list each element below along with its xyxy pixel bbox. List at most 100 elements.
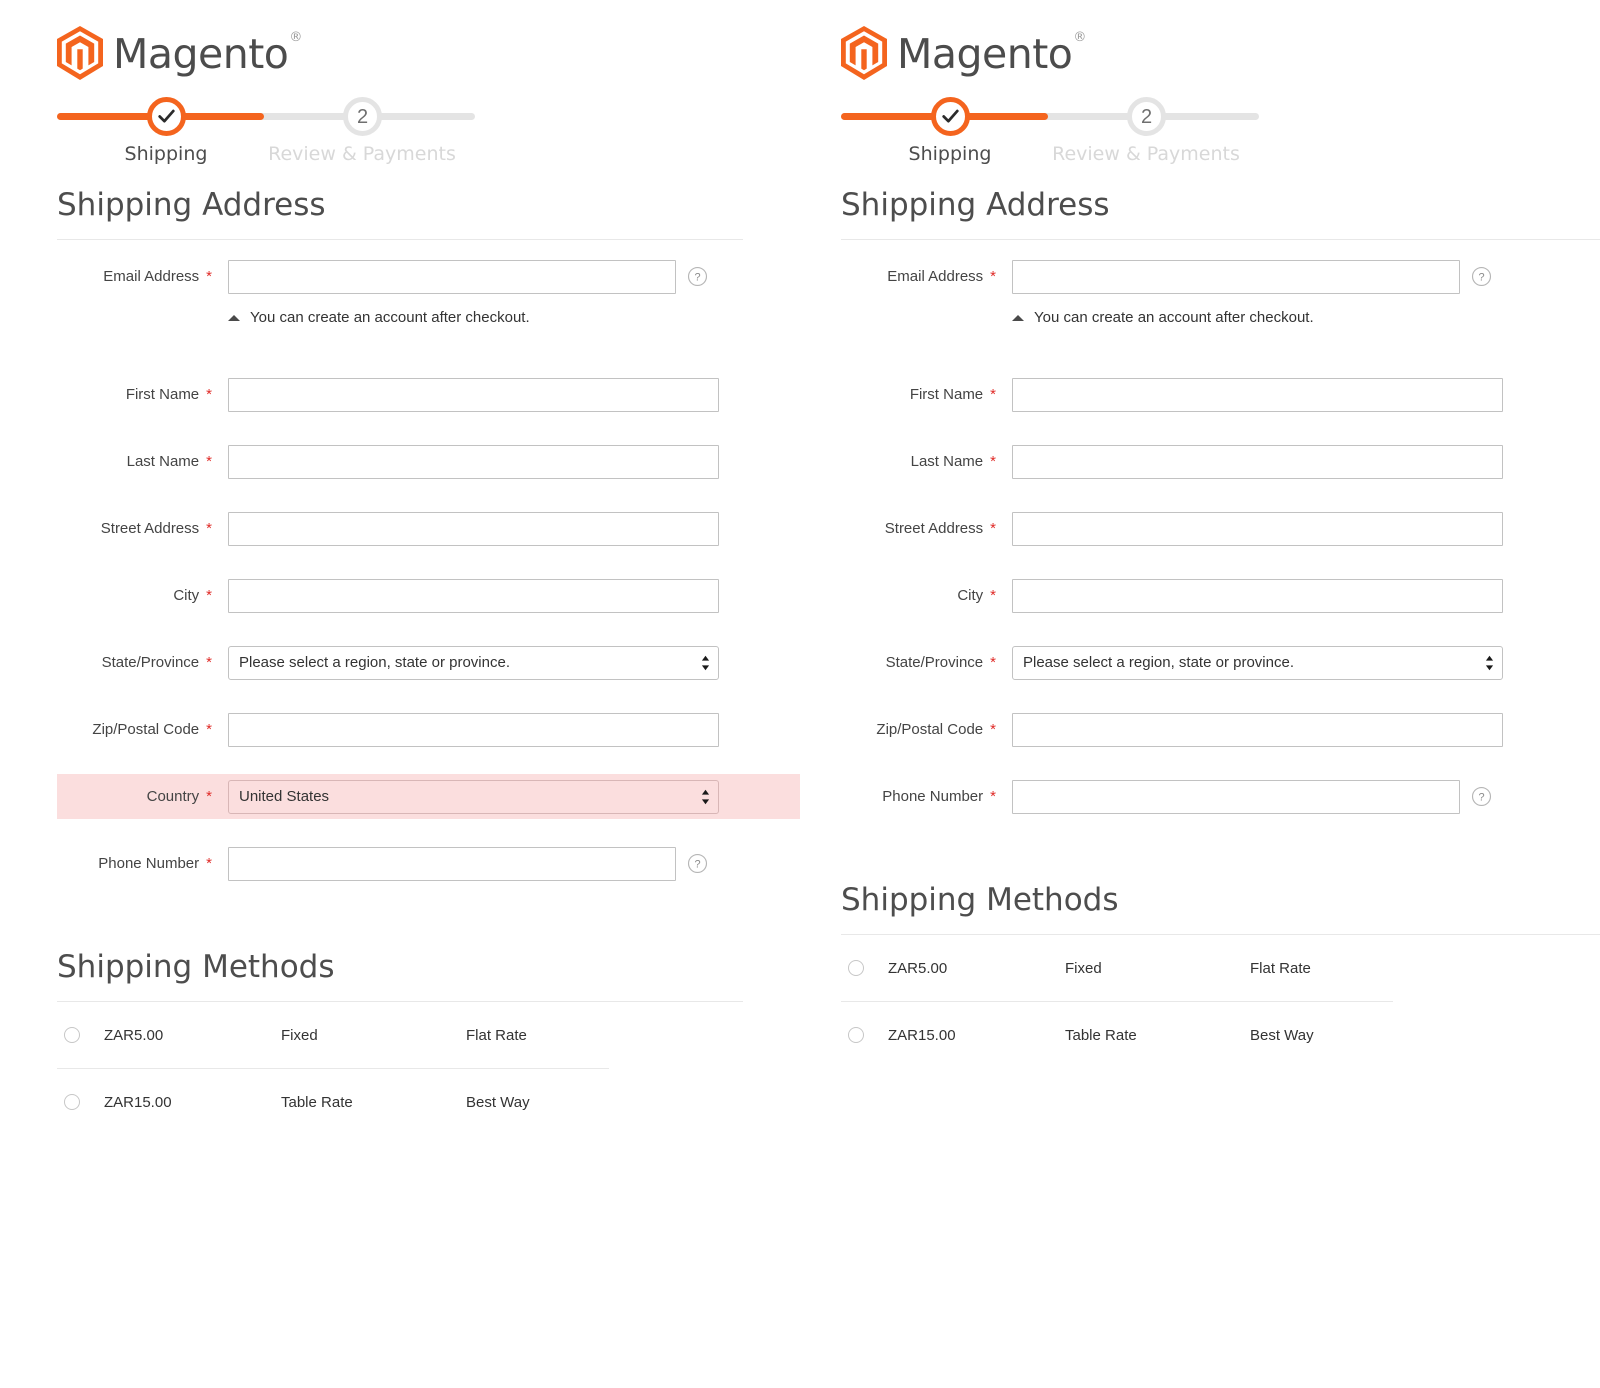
shipping-methods-section: Shipping Methods ZAR5.00 Fixed Flat Rate… [841,883,1600,1068]
svg-text:?: ? [1478,792,1484,804]
brand-header: Magento® [57,0,800,72]
progress-step-review-payments[interactable]: 2 [343,97,382,136]
field-row-zip-postal-code: Zip/Postal Code* [57,707,800,752]
help-question-icon[interactable]: ? [676,268,708,285]
shipping-method-price: ZAR5.00 [104,1027,281,1044]
shipping-method-row[interactable]: ZAR5.00 Fixed Flat Rate [841,935,1600,1001]
brand-name: Magento® [897,34,1085,75]
magento-hexagon-logo-icon [841,26,887,80]
shipping-method-radio[interactable] [848,1027,864,1043]
shipping-method-row[interactable]: ZAR5.00 Fixed Flat Rate [57,1002,800,1068]
phone-number-label: Phone Number* [57,856,212,871]
state-province-control: Please select a region, state or provinc… [1012,646,1503,680]
shipping-method-radio[interactable] [848,960,864,976]
email-input[interactable] [228,260,676,294]
city-label: City* [841,588,996,603]
caret-up-icon [228,315,240,321]
shipping-method-row[interactable]: ZAR15.00 Table Rate Best Way [57,1069,800,1135]
required-marker: * [206,268,212,285]
left-panel-content: Magento® Shipping 2 Review & Payments Sh… [0,0,800,1135]
required-marker: * [206,587,212,604]
account-note-text: You can create an account after checkout… [1034,309,1314,326]
last-name-label: Last Name* [841,454,996,469]
email-input[interactable] [1012,260,1460,294]
city-label: City* [57,588,212,603]
field-row-phone-number: Phone Number* ? [57,841,800,886]
progress-step-review-payments-label: Review & Payments [1052,143,1240,165]
street-address-control [1012,512,1503,546]
required-marker: * [990,386,996,403]
shipping-method-price: ZAR5.00 [888,960,1065,977]
first-name-control [228,378,719,412]
shipping-method-carrier: Fixed [1065,960,1250,977]
field-row-street-address: Street Address* [841,506,1600,551]
progress-step-shipping[interactable] [931,97,970,136]
svg-text:?: ? [694,272,700,284]
shipping-method-radio[interactable] [64,1094,80,1110]
email-label: Email Address* [57,269,212,284]
street-address-input[interactable] [228,512,719,546]
shipping-address-rule [57,239,743,240]
shipping-address-form: Email Address* ? You can create an accou… [841,254,1600,819]
required-marker: * [206,520,212,537]
email-label: Email Address* [841,269,996,284]
country-select[interactable]: United States [228,780,719,814]
progress-step-shipping-label: Shipping [125,143,208,165]
account-note: You can create an account after checkout… [841,309,1600,326]
required-marker: * [206,386,212,403]
required-marker: * [206,788,212,805]
first-name-input[interactable] [1012,378,1503,412]
field-row-state-province: State/Province* Please select a region, … [841,640,1600,685]
brand-name: Magento® [113,34,301,75]
field-row-city: City* [57,573,800,618]
first-name-input[interactable] [228,378,719,412]
phone-number-input[interactable] [1012,780,1460,814]
required-marker: * [206,654,212,671]
shipping-method-row[interactable]: ZAR15.00 Table Rate Best Way [841,1002,1600,1068]
first-name-label: First Name* [841,387,996,402]
state-province-select-wrap: Please select a region, state or provinc… [1012,646,1503,680]
phone-number-control: ? [228,847,708,881]
state-province-label: State/Province* [841,655,996,670]
city-input[interactable] [1012,579,1503,613]
email-control: ? [1012,260,1492,294]
phone-number-input[interactable] [228,847,676,881]
city-control [228,579,719,613]
email-control: ? [228,260,708,294]
city-input[interactable] [228,579,719,613]
help-question-icon[interactable]: ? [676,855,708,872]
field-row-city: City* [841,573,1600,618]
phone-number-control: ? [1012,780,1492,814]
zip-postal-code-input[interactable] [228,713,719,747]
shipping-method-radio[interactable] [64,1027,80,1043]
required-marker: * [206,855,212,872]
last-name-input[interactable] [1012,445,1503,479]
required-marker: * [206,721,212,738]
progress-step-shipping[interactable] [147,97,186,136]
state-province-select[interactable]: Please select a region, state or provinc… [1012,646,1503,680]
field-row-country: Country* United States [57,774,800,819]
zip-postal-code-input[interactable] [1012,713,1503,747]
check-icon [158,108,175,125]
shipping-methods-title: Shipping Methods [57,950,800,984]
first-name-label: First Name* [57,387,212,402]
shipping-address-title: Shipping Address [841,188,1600,222]
state-province-select[interactable]: Please select a region, state or provinc… [228,646,719,680]
progress-step-review-payments[interactable]: 2 [1127,97,1166,136]
zip-postal-code-control [228,713,719,747]
field-row-zip-postal-code: Zip/Postal Code* [841,707,1600,752]
magento-hexagon-logo-icon [57,26,103,80]
shipping-method-name: Flat Rate [1250,960,1311,977]
magento-logo[interactable]: Magento® [841,26,1600,80]
state-province-control: Please select a region, state or provinc… [228,646,719,680]
help-question-icon[interactable]: ? [1460,788,1492,805]
last-name-input[interactable] [228,445,719,479]
magento-logo[interactable]: Magento® [57,26,800,80]
required-marker: * [990,788,996,805]
help-question-icon[interactable]: ? [1460,268,1492,285]
side-by-side-comparison: Magento® Shipping 2 Review & Payments Sh… [0,0,1600,1388]
street-address-label: Street Address* [841,521,996,536]
registered-trademark: ® [1073,30,1086,45]
country-select-wrap: United States [228,780,719,814]
street-address-input[interactable] [1012,512,1503,546]
